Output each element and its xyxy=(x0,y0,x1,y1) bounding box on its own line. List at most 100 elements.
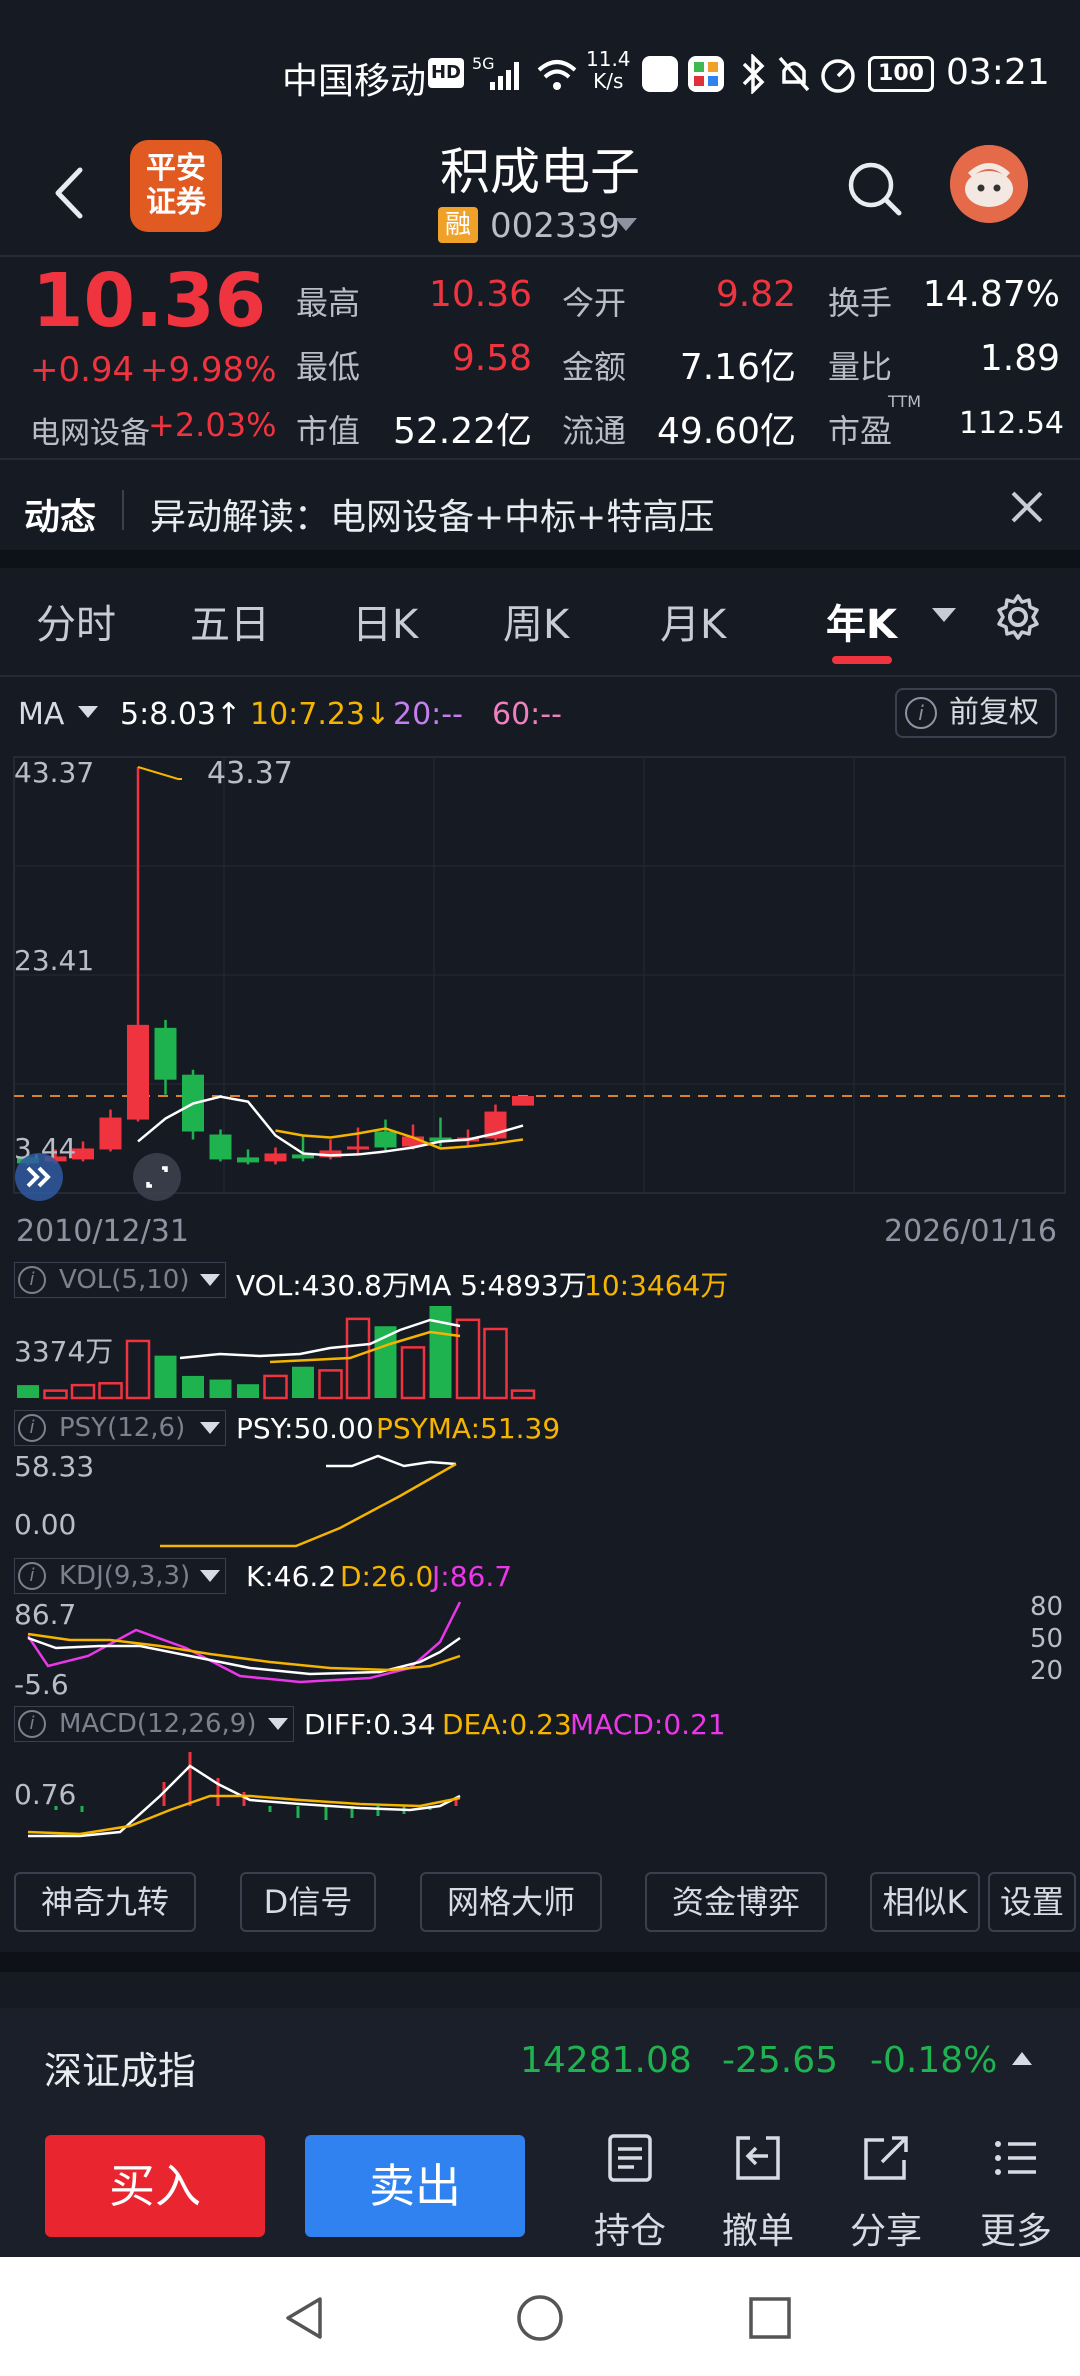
open-value: 9.82 xyxy=(715,274,796,315)
similar-k-button[interactable]: 相似K xyxy=(870,1872,980,1932)
index-change-percent: -0.18% xyxy=(870,2040,998,2081)
share-action[interactable]: 分享 xyxy=(836,2132,936,2254)
tab-weekly-k[interactable]: 周K xyxy=(503,592,569,650)
kdj-j-value: J:86.7 xyxy=(432,1560,513,1593)
kline-date-end: 2026/01/16 xyxy=(884,1214,1057,1249)
stock-name: 积成电子 xyxy=(440,143,640,201)
avatar[interactable] xyxy=(950,145,1028,223)
net-speed: 11.4 K/s xyxy=(586,48,631,92)
macd-chart[interactable] xyxy=(0,1744,1080,1848)
close-icon[interactable] xyxy=(1005,485,1049,529)
assistant-avatar-icon xyxy=(950,145,1028,223)
more-action[interactable]: 更多 xyxy=(966,2132,1066,2254)
sell-button[interactable]: 卖出 xyxy=(305,2135,525,2237)
capital-game-button[interactable]: 资金博弈 xyxy=(645,1872,827,1932)
nav-recents-icon[interactable] xyxy=(745,2293,795,2343)
candle-body xyxy=(99,1117,122,1150)
info-icon: i xyxy=(905,697,937,729)
cancel-order-action[interactable]: 撤单 xyxy=(708,2132,808,2254)
volume-chart[interactable] xyxy=(0,1300,1080,1400)
volume-bar xyxy=(70,1383,96,1400)
volume-bar xyxy=(43,1389,68,1400)
news-tag: 动态 xyxy=(24,497,97,538)
gear-icon[interactable] xyxy=(993,592,1043,642)
chevron-up-icon[interactable] xyxy=(1012,2052,1032,2065)
low-value: 9.58 xyxy=(451,338,532,379)
candle-body xyxy=(512,1096,534,1106)
volume-ratio-label: 量比 xyxy=(828,348,893,386)
battery-level: 100 xyxy=(878,61,924,86)
news-headline[interactable]: 异动解读：电网设备+中标+特高压 xyxy=(150,488,714,540)
menu-list-icon xyxy=(995,2141,1036,2175)
app-notification-icon-2 xyxy=(688,56,724,92)
kline-max-marker: 43.37 xyxy=(207,756,293,791)
psy-value: PSY:50.00 xyxy=(236,1412,374,1445)
chevron-down-icon[interactable] xyxy=(200,1422,220,1434)
low-label: 最低 xyxy=(296,348,361,386)
current-price: 10.36 xyxy=(32,258,267,344)
period-dropdown-icon[interactable] xyxy=(932,608,956,622)
ma-indicator-label[interactable]: MA xyxy=(18,697,64,732)
psy-line xyxy=(326,1454,457,1468)
sector-name[interactable]: 电网设备 xyxy=(30,408,150,452)
tab-daily-k[interactable]: 日K xyxy=(352,592,418,650)
app-notification-icon xyxy=(642,56,678,92)
chevron-down-icon[interactable] xyxy=(615,218,637,231)
d-signal-button[interactable]: D信号 xyxy=(240,1872,376,1932)
tab-five-day[interactable]: 五日 xyxy=(190,592,270,650)
float-cap-label: 流通 xyxy=(562,412,627,450)
psy-chart[interactable] xyxy=(0,1448,1080,1548)
vol-ma5: MA 5:4893万 xyxy=(408,1269,587,1302)
psy-ma-value: PSYMA:51.39 xyxy=(376,1412,561,1445)
stock-code[interactable]: 002339 xyxy=(490,206,620,246)
nav-back-icon[interactable] xyxy=(280,2293,330,2343)
grid-master-button[interactable]: 网格大师 xyxy=(420,1872,602,1932)
chevron-down-icon[interactable] xyxy=(200,1570,220,1582)
volume-bar xyxy=(154,1355,177,1398)
share-label: 分享 xyxy=(849,2211,922,2252)
index-change: -25.65 xyxy=(722,2040,839,2081)
turnover-label: 换手 xyxy=(828,284,893,322)
expand-chevron-icon[interactable] xyxy=(14,1152,64,1202)
hd-badge: HD xyxy=(428,58,464,88)
mute-bell-icon xyxy=(778,56,810,92)
nav-home-icon[interactable] xyxy=(515,2293,565,2343)
price-change: +0.94 xyxy=(30,350,135,390)
ma-dropdown-icon[interactable] xyxy=(78,706,98,718)
net-speed-value: 11.4 xyxy=(586,47,631,71)
tools-settings-button[interactable]: 设置 xyxy=(988,1872,1076,1932)
pe-value: 112.54 xyxy=(959,406,1064,441)
signal-icon xyxy=(490,62,519,90)
search-icon[interactable] xyxy=(844,158,904,218)
speedometer-icon xyxy=(821,59,855,93)
info-icon: i xyxy=(18,1562,46,1590)
macd-indicator-label: MACD(12,26,9) xyxy=(59,1709,257,1739)
back-arrow-icon[interactable] xyxy=(40,158,100,228)
kdj-k-value: K:46.2 xyxy=(246,1560,337,1593)
kline-y-mid: 23.41 xyxy=(14,944,95,977)
kdj-chart[interactable] xyxy=(0,1596,1080,1696)
magic-nine-button[interactable]: 神奇九转 xyxy=(14,1872,196,1932)
chevron-down-icon[interactable] xyxy=(268,1718,288,1730)
float-cap-value: 49.60亿 xyxy=(656,411,796,452)
candle-body xyxy=(127,1024,149,1120)
position-action[interactable]: 持仓 xyxy=(580,2132,680,2254)
macd-indicator-selector[interactable]: MACD(12,26,9) xyxy=(14,1706,294,1742)
section-gap xyxy=(0,550,1080,568)
tab-monthly-k[interactable]: 月K xyxy=(660,592,726,650)
broker-logo[interactable]: 平安 证券 xyxy=(130,140,222,232)
tab-yearly-k[interactable]: 年K xyxy=(826,592,897,650)
tab-intraday[interactable]: 分时 xyxy=(36,592,116,650)
cancel-order-icon xyxy=(736,2136,780,2180)
kdj-indicator-label: KDJ(9,3,3) xyxy=(59,1561,191,1591)
info-icon: i xyxy=(18,1266,46,1294)
chevron-down-icon[interactable] xyxy=(200,1274,220,1286)
ma20-value: 20:-- xyxy=(393,697,463,732)
volume-bar xyxy=(237,1384,259,1398)
kline-chart[interactable] xyxy=(0,755,1080,1205)
buy-button[interactable]: 买入 xyxy=(45,2135,265,2237)
kline-date-start: 2010/12/31 xyxy=(16,1214,189,1249)
volume-bar xyxy=(182,1375,204,1398)
fullscreen-icon[interactable] xyxy=(132,1152,182,1202)
battery-icon: 100 xyxy=(868,56,934,92)
